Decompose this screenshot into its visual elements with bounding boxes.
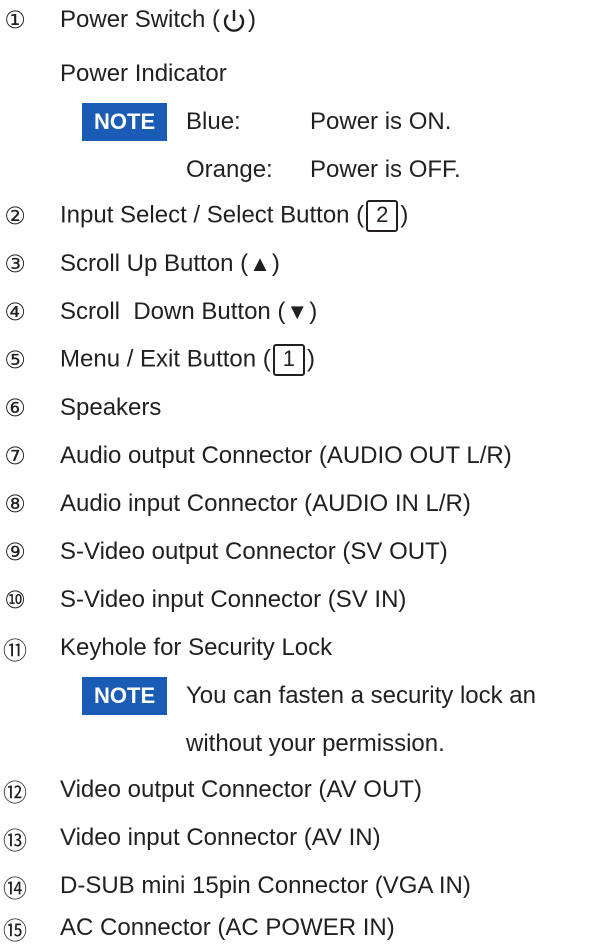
orange-value: Power is OFF.	[310, 156, 461, 183]
item-number: ⑨	[4, 538, 26, 566]
item-number: ⑩	[4, 586, 26, 614]
up-triangle-icon: ▲	[249, 251, 271, 276]
item-label: Scroll Up Button (▲)	[60, 250, 280, 278]
power-indicator-title: Power Indicator	[60, 56, 227, 92]
item-number: ②	[4, 202, 26, 230]
item-number: ⑫	[3, 778, 27, 807]
down-triangle-icon: ▼	[286, 299, 309, 324]
security-note-line2: without your permission.	[186, 730, 445, 757]
item-label: Keyhole for Security Lock	[60, 634, 333, 661]
item-number: ⑭	[3, 874, 27, 903]
item-number: ③	[4, 250, 26, 278]
item-label-post: )	[271, 250, 280, 277]
item-number: ⑬	[3, 826, 27, 855]
item-label: Input Select / Select Button (2)	[60, 200, 408, 232]
item-label-post: )	[248, 6, 257, 33]
item-label-pre: Scroll Up Button (	[60, 250, 249, 277]
item-label-post: )	[309, 298, 318, 325]
note-badge: NOTE	[82, 103, 168, 141]
item-label: Video output Connector (AV OUT)	[60, 776, 422, 803]
item-label: Menu / Exit Button (1)	[60, 344, 315, 376]
item-number: ⑧	[4, 490, 26, 518]
item-label: Video input Connector (AV IN)	[60, 824, 381, 851]
item-label-pre: Menu / Exit Button (	[60, 345, 271, 373]
item-label: D-SUB mini 15pin Connector (VGA IN)	[60, 872, 471, 899]
item-label: AC Connector (AC POWER IN)	[60, 914, 395, 941]
blue-key: Blue:	[186, 108, 241, 135]
key-1-icon: 1	[272, 344, 306, 376]
item-number: ⑮	[3, 916, 27, 945]
item-label: Power Switch ()	[60, 6, 256, 34]
item-label-pre: Power Switch (	[60, 6, 221, 33]
item-label-pre: Input Select / Select Button (	[60, 201, 365, 229]
key-2-icon: 2	[366, 200, 399, 232]
power-indicator-text: Power Indicator	[60, 60, 227, 87]
item-label-post: )	[400, 201, 409, 229]
item-number: ⑦	[4, 442, 26, 470]
item-label: S-Video output Connector (SV OUT)	[60, 538, 448, 565]
item-label: S-Video input Connector (SV IN)	[60, 586, 407, 613]
item-number: ⑥	[4, 394, 26, 422]
security-note-line1: You can fasten a security lock an	[186, 682, 536, 709]
item-number: ①	[4, 6, 26, 34]
item-label: Speakers	[60, 394, 162, 421]
note-badge: NOTE	[82, 677, 168, 715]
item-number: ④	[4, 298, 26, 326]
power-icon	[223, 9, 245, 32]
item-number: ⑤	[4, 346, 26, 374]
orange-key: Orange:	[186, 156, 273, 183]
item-label-pre: Scroll Down Button (	[60, 298, 286, 325]
blue-value: Power is ON.	[310, 108, 452, 135]
item-label-post: )	[307, 345, 316, 373]
item-number: ⑪	[3, 636, 27, 665]
item-label: Scroll Down Button (▼)	[60, 298, 317, 326]
item-label: Audio output Connector (AUDIO OUT L/R)	[60, 442, 512, 469]
item-label: Audio input Connector (AUDIO IN L/R)	[60, 490, 471, 517]
